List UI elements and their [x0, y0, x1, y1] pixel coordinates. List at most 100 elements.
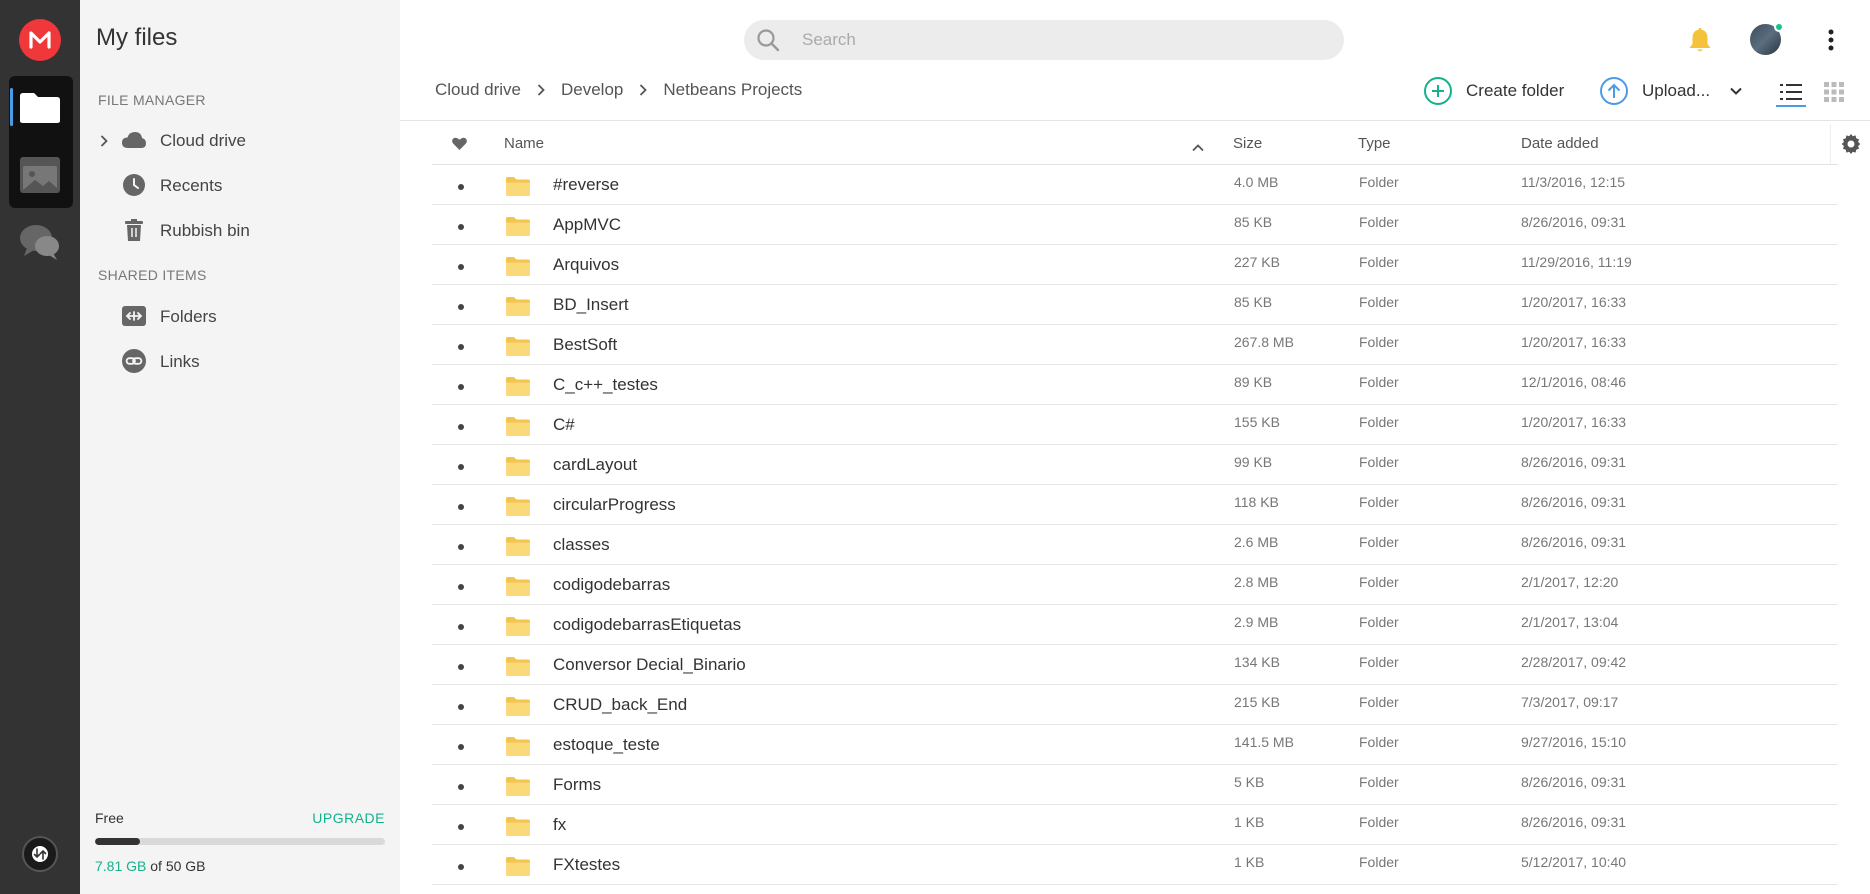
row-dot-icon	[458, 424, 464, 430]
sidebar-item-links[interactable]: Links	[80, 341, 400, 381]
file-name: C_c++_testes	[553, 375, 658, 394]
breadcrumb-item-cloud-drive[interactable]: Cloud drive	[435, 80, 521, 100]
file-type: Folder	[1359, 854, 1399, 870]
chevron-right-icon[interactable]	[100, 134, 108, 152]
folder-icon	[506, 736, 530, 761]
table-row[interactable]: C# 155 KB Folder 1/20/2017, 16:33	[432, 405, 1838, 445]
more-options-icon[interactable]	[1826, 28, 1836, 52]
storage-used: 7.81 GB	[95, 858, 147, 874]
link-icon	[122, 349, 146, 373]
table-row[interactable]: Forms 5 KB Folder 8/26/2016, 09:31	[432, 765, 1838, 805]
transfers-button[interactable]	[22, 836, 58, 872]
file-size: 99 KB	[1234, 454, 1273, 470]
file-size: 155 KB	[1234, 414, 1280, 430]
file-size: 215 KB	[1234, 694, 1280, 710]
breadcrumb: Cloud drive Develop Netbeans Projects	[435, 78, 802, 102]
storage-bar-fill	[95, 838, 141, 845]
sidebar-item-recents[interactable]: Recents	[80, 165, 400, 205]
column-header-date[interactable]: Date added	[1521, 135, 1599, 152]
notifications-bell-icon[interactable]	[1688, 26, 1712, 54]
table-row[interactable]: #reverse 4.0 MB Folder 11/3/2016, 12:15	[432, 165, 1838, 205]
table-row[interactable]: Arquivos 227 KB Folder 11/29/2016, 11:19	[432, 245, 1838, 285]
file-date: 5/12/2017, 10:40	[1521, 854, 1627, 870]
table-row[interactable]: codigodebarrasEtiquetas 2.9 MB Folder 2/1/2…	[432, 605, 1838, 645]
row-dot-icon	[458, 744, 464, 750]
table-header: Name Size Type Date added	[432, 125, 1838, 165]
sidebar-item-label: Cloud drive	[160, 131, 246, 150]
list-view-icon[interactable]	[1777, 78, 1805, 106]
column-header-name[interactable]: Name	[504, 135, 544, 152]
sort-ascending-icon[interactable]	[1192, 139, 1204, 156]
table-row[interactable]: circularProgress 118 KB Folder 8/26/2016, 0…	[432, 485, 1838, 525]
table-row[interactable]: Conversor Decial_Binario 134 KB Folder 2/28…	[432, 645, 1838, 685]
file-size: 5 KB	[1234, 774, 1265, 790]
folder-icon	[506, 256, 530, 281]
sidebar-item-shared-folders[interactable]: Folders	[80, 296, 400, 336]
breadcrumb-item-develop[interactable]: Develop	[561, 80, 623, 100]
search-bar[interactable]	[744, 20, 1344, 60]
cloud-drive-app-icon[interactable]	[19, 90, 61, 124]
mega-logo-icon	[29, 31, 51, 49]
file-date: 8/26/2016, 09:31	[1521, 534, 1627, 550]
folder-icon	[506, 176, 530, 201]
file-name: cardLayout	[553, 455, 638, 474]
file-size: 2.9 MB	[1234, 614, 1279, 630]
file-size: 118 KB	[1234, 494, 1279, 510]
upload-arrow-icon	[1600, 77, 1628, 105]
file-type: Folder	[1359, 694, 1399, 710]
chat-app-icon[interactable]	[19, 222, 61, 262]
row-dot-icon	[458, 224, 464, 230]
chevron-down-icon[interactable]	[1730, 87, 1742, 95]
upload-button[interactable]: Upload...	[1600, 76, 1742, 106]
table-row[interactable]: FXtestes 1 KB Folder 5/12/2017, 10:40	[432, 845, 1838, 885]
folder-icon	[506, 856, 530, 881]
file-date: 8/26/2016, 09:31	[1521, 454, 1627, 470]
storage-total: of 50 GB	[150, 858, 206, 874]
table-row[interactable]: AppMVC 85 KB Folder 8/26/2016, 09:31	[432, 205, 1838, 245]
folder-icon	[506, 776, 530, 801]
file-date: 11/29/2016, 11:19	[1521, 254, 1632, 270]
file-table: Name Size Type Date added #reverse 4.0 MB…	[432, 125, 1838, 885]
folder-icon	[506, 336, 530, 361]
row-dot-icon	[458, 384, 464, 390]
table-row[interactable]: CRUD_back_End 215 KB Folder 7/3/2017, 09:17	[432, 685, 1838, 725]
search-input[interactable]	[802, 20, 1322, 60]
table-row[interactable]: classes 2.6 MB Folder 8/26/2016, 09:31	[432, 525, 1838, 565]
table-row[interactable]: fx 1 KB Folder 8/26/2016, 09:31	[432, 805, 1838, 845]
grid-view-icon[interactable]	[1820, 78, 1848, 106]
storage-panel: Free UPGRADE 7.81 GB of 50 GB	[80, 794, 400, 894]
sidebar: My files FILE MANAGER Cloud drive Recent…	[80, 0, 400, 894]
photos-app-icon[interactable]	[19, 156, 61, 194]
sidebar-item-cloud-drive[interactable]: Cloud drive	[80, 120, 400, 160]
online-status-dot	[1774, 22, 1784, 32]
trash-icon	[122, 218, 146, 242]
file-type: Folder	[1359, 614, 1399, 630]
chevron-right-icon	[537, 84, 545, 96]
row-dot-icon	[458, 184, 464, 190]
file-size: 89 KB	[1234, 374, 1273, 390]
table-row[interactable]: codigodebarras 2.8 MB Folder 2/1/2017, 12:2…	[432, 565, 1838, 605]
file-name: BestSoft	[553, 335, 618, 354]
column-settings-gear-icon[interactable]	[1830, 124, 1870, 164]
file-size: 2.6 MB	[1234, 534, 1279, 550]
avatar[interactable]	[1750, 22, 1784, 55]
table-row[interactable]: BestSoft 267.8 MB Folder 1/20/2017, 16:33	[432, 325, 1838, 365]
upgrade-link[interactable]: UPGRADE	[312, 810, 385, 826]
file-size: 227 KB	[1234, 254, 1280, 270]
create-folder-button[interactable]: Create folder	[1424, 76, 1564, 106]
table-row[interactable]: estoque_teste 141.5 MB Folder 9/27/2016, 15…	[432, 725, 1838, 765]
table-row[interactable]: BD_Insert 85 KB Folder 1/20/2017, 16:33	[432, 285, 1838, 325]
file-date: 8/26/2016, 09:31	[1521, 494, 1627, 510]
favourite-heart-icon[interactable]	[452, 137, 467, 154]
active-view-indicator	[1776, 105, 1806, 107]
table-row[interactable]: cardLayout 99 KB Folder 8/26/2016, 09:31	[432, 445, 1838, 485]
table-row[interactable]: C_c++_testes 89 KB Folder 12/1/2016, 08:46	[432, 365, 1838, 405]
breadcrumb-item-current[interactable]: Netbeans Projects	[663, 80, 802, 100]
column-header-type[interactable]: Type	[1358, 135, 1391, 152]
column-header-size[interactable]: Size	[1233, 135, 1262, 152]
page-title: My files	[96, 24, 178, 51]
sidebar-item-rubbish-bin[interactable]: Rubbish bin	[80, 210, 400, 250]
mega-logo[interactable]	[19, 19, 61, 61]
cloud-icon	[122, 128, 146, 152]
folder-icon	[506, 456, 530, 481]
